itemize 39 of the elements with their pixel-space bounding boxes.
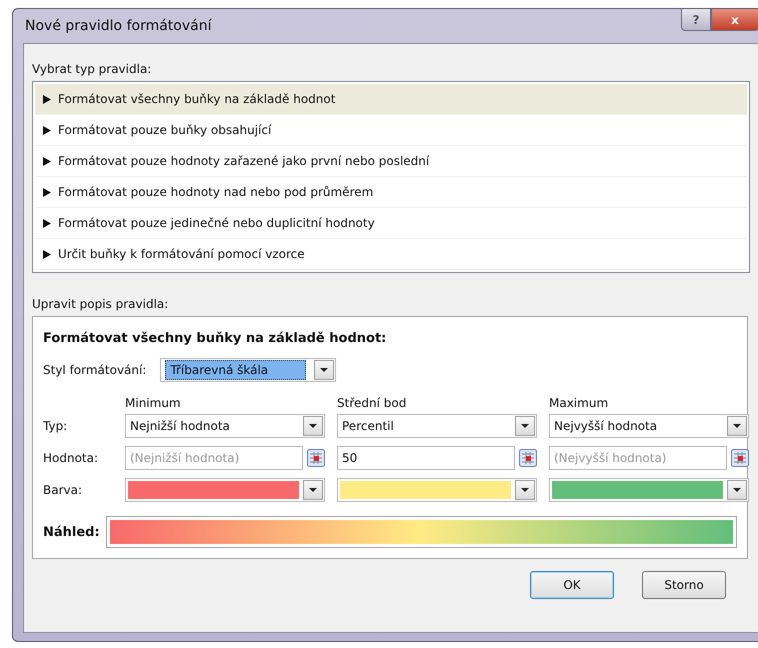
cell-reference-icon[interactable] <box>307 449 325 467</box>
triangle-icon <box>43 188 51 196</box>
type-dropdown[interactable]: Percentil <box>337 414 537 438</box>
triangle-icon <box>43 156 51 166</box>
color-dropdown[interactable] <box>125 478 325 502</box>
format-style-label: Styl formátování: <box>43 363 146 377</box>
type-dropdown[interactable]: Nejnižší hodnota <box>125 414 325 438</box>
color-dropdown[interactable] <box>337 478 537 502</box>
rule-type-item[interactable]: Formátovat pouze hodnoty nad nebo pod průměrem <box>35 177 747 208</box>
column-header: Minimum <box>125 396 182 410</box>
color-dropdown[interactable] <box>549 478 749 502</box>
column-header: Maximum <box>549 396 610 410</box>
rule-type-item[interactable]: Formátovat pouze jedinečné nebo duplicitní hodnoty <box>35 208 747 239</box>
triangle-icon <box>43 250 51 258</box>
help-button[interactable]: ? <box>681 9 711 31</box>
triangle-icon <box>43 126 51 134</box>
rule-type-item[interactable]: Určit buňky k formátování pomocí vzorce <box>35 239 747 270</box>
section-label: Vybrat typ pravidla: <box>32 62 152 76</box>
rule-type-item[interactable]: Formátovat pouze hodnoty zařazené jako první nebo poslední <box>35 146 747 177</box>
triangle-icon <box>43 218 51 228</box>
preview-label: Náhled: <box>43 524 100 540</box>
column-header: Střední bod <box>337 396 408 410</box>
row-label: Barva: <box>43 483 84 497</box>
dialog-button[interactable]: OK <box>530 571 614 599</box>
cell-reference-icon[interactable] <box>519 449 537 467</box>
value-field[interactable]: 50 <box>337 446 515 470</box>
format-style-dropdown[interactable]: Tříbarevná škála <box>160 358 336 382</box>
close-button[interactable]: x <box>711 9 758 31</box>
type-dropdown[interactable]: Nejvyšší hodnota <box>549 414 749 438</box>
window-title: Nové pravidlo formátování <box>24 18 212 34</box>
dialog-button[interactable]: Storno <box>642 571 726 599</box>
triangle-icon <box>43 94 51 104</box>
rule-heading: Formátovat všechny buňky na základě hodnot: <box>43 331 388 346</box>
row-label: Hodnota: <box>43 451 100 465</box>
rule-type-item[interactable]: Formátovat všechny buňky na základě hodnot <box>35 84 747 115</box>
cell-reference-icon[interactable] <box>731 449 749 467</box>
section-label: Upravit popis pravidla: <box>32 297 170 311</box>
row-label: Typ: <box>43 419 68 433</box>
rule-type-item[interactable]: Formátovat pouze buňky obsahující <box>35 115 747 146</box>
